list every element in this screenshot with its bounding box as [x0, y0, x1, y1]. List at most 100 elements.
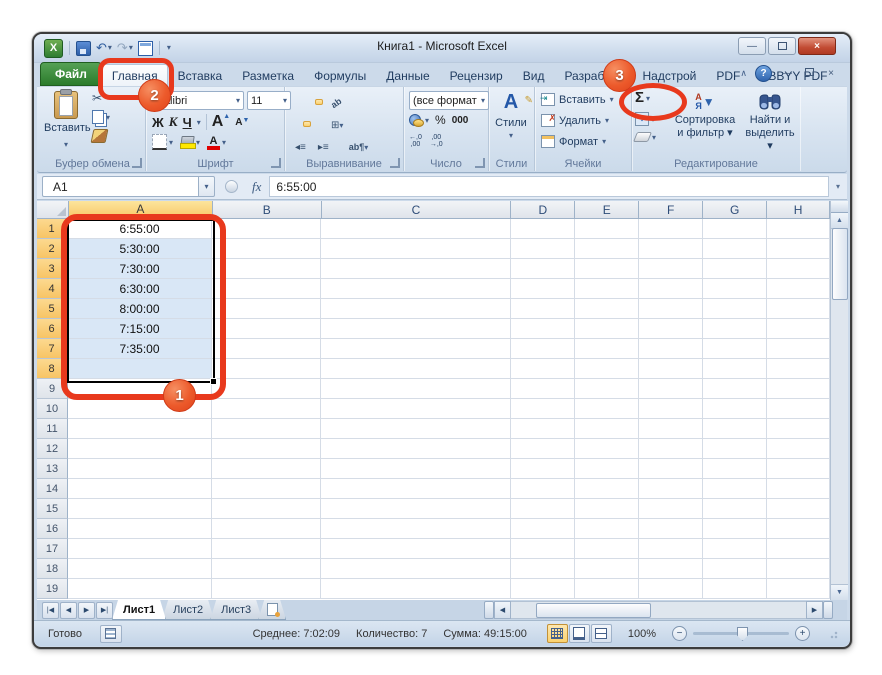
row-header-19[interactable]: 19 — [37, 579, 68, 599]
cell-B5[interactable] — [212, 299, 321, 319]
cell-B9[interactable] — [212, 379, 321, 399]
close-button[interactable]: × — [798, 37, 836, 55]
column-header-G[interactable]: G — [703, 201, 767, 219]
cell-G7[interactable] — [703, 339, 767, 359]
cell-E17[interactable] — [575, 539, 639, 559]
delete-cells-button[interactable]: Удалить▾ — [541, 114, 609, 127]
cell-F18[interactable] — [639, 559, 703, 579]
sheet-tab-1[interactable]: Лист1 — [112, 600, 166, 620]
cell-B11[interactable] — [212, 419, 321, 439]
fill-color-button[interactable]: ▾ — [180, 136, 200, 149]
cell-G15[interactable] — [703, 499, 767, 519]
insert-sheet-button[interactable] — [258, 600, 286, 620]
accounting-format-button[interactable]: ▾ — [409, 114, 429, 127]
cell-E18[interactable] — [575, 559, 639, 579]
cell-H9[interactable] — [767, 379, 830, 399]
cell-H7[interactable] — [767, 339, 830, 359]
cell-A16[interactable] — [68, 519, 212, 539]
cell-F3[interactable] — [639, 259, 703, 279]
cell-C7[interactable] — [321, 339, 511, 359]
cell-G10[interactable] — [703, 399, 767, 419]
orientation-button[interactable]: ab — [327, 90, 346, 114]
grow-font-button[interactable]: А▲ — [212, 113, 231, 131]
collapse-ribbon-button[interactable]: ∧ — [740, 68, 747, 79]
cell-F10[interactable] — [639, 399, 703, 419]
decrease-decimal-button[interactable]: ,00 →,0 — [430, 134, 443, 148]
cell-B13[interactable] — [212, 459, 321, 479]
cell-D4[interactable] — [511, 279, 575, 299]
cell-H8[interactable] — [767, 359, 830, 379]
cell-C6[interactable] — [321, 319, 511, 339]
paste-button[interactable]: Вставить ▾ — [44, 91, 88, 155]
vertical-scrollbar[interactable]: ▲ ▼ — [830, 201, 848, 600]
workbook-minimize-button[interactable]: — — [780, 68, 794, 79]
cell-H4[interactable] — [767, 279, 830, 299]
borders-button[interactable]: ▾ — [152, 134, 173, 150]
cell-A18[interactable] — [68, 559, 212, 579]
cell-B7[interactable] — [212, 339, 321, 359]
cell-D13[interactable] — [511, 459, 575, 479]
cell-G1[interactable] — [703, 219, 767, 239]
cell-C16[interactable] — [321, 519, 511, 539]
cell-E6[interactable] — [575, 319, 639, 339]
font-color-button[interactable]: А▾ — [207, 136, 226, 149]
cell-H10[interactable] — [767, 399, 830, 419]
cell-F11[interactable] — [639, 419, 703, 439]
cell-F12[interactable] — [639, 439, 703, 459]
cell-F5[interactable] — [639, 299, 703, 319]
cell-G8[interactable] — [703, 359, 767, 379]
cell-H15[interactable] — [767, 499, 830, 519]
cell-D2[interactable] — [511, 239, 575, 259]
name-box[interactable]: A1 — [42, 176, 199, 197]
row-header-14[interactable]: 14 — [37, 479, 68, 499]
cell-F6[interactable] — [639, 319, 703, 339]
align-center-button[interactable] — [303, 121, 311, 127]
cell-E2[interactable] — [575, 239, 639, 259]
cell-C8[interactable] — [321, 359, 511, 379]
formula-input[interactable]: 6:55:00 — [269, 176, 829, 197]
format-painter-button[interactable] — [92, 129, 110, 143]
cell-D14[interactable] — [511, 479, 575, 499]
cell-C1[interactable] — [321, 219, 511, 239]
cell-E5[interactable] — [575, 299, 639, 319]
dialog-launcher-icon[interactable] — [390, 158, 400, 168]
cell-A13[interactable] — [68, 459, 212, 479]
zoom-level[interactable]: 100% — [628, 628, 656, 640]
row-header-16[interactable]: 16 — [37, 519, 68, 539]
cell-D19[interactable] — [511, 579, 575, 599]
column-header-H[interactable]: H — [767, 201, 830, 219]
restore-button[interactable] — [768, 37, 796, 55]
percent-button[interactable]: % — [435, 113, 446, 127]
cell-G17[interactable] — [703, 539, 767, 559]
cell-A12[interactable] — [68, 439, 212, 459]
normal-view-button[interactable] — [547, 624, 568, 643]
cell-F14[interactable] — [639, 479, 703, 499]
cell-H12[interactable] — [767, 439, 830, 459]
cell-G3[interactable] — [703, 259, 767, 279]
align-right-button[interactable] — [315, 121, 323, 127]
first-sheet-button[interactable]: |◀ — [42, 602, 59, 619]
cell-E4[interactable] — [575, 279, 639, 299]
cell-B8[interactable] — [212, 359, 321, 379]
horizontal-scrollbar[interactable] — [511, 601, 806, 619]
bold-button[interactable]: Ж — [152, 115, 164, 130]
cell-B17[interactable] — [212, 539, 321, 559]
underline-button[interactable]: Ч — [183, 115, 192, 130]
horizontal-split-handle-right[interactable] — [823, 601, 833, 619]
cell-F1[interactable] — [639, 219, 703, 239]
column-header-C[interactable]: C — [322, 201, 512, 219]
cell-A17[interactable] — [68, 539, 212, 559]
column-header-E[interactable]: E — [575, 201, 639, 219]
workbook-restore-button[interactable] — [802, 68, 816, 79]
cell-H6[interactable] — [767, 319, 830, 339]
cell-A11[interactable] — [68, 419, 212, 439]
tab-formulas[interactable]: Формулы — [304, 64, 376, 86]
insert-function-button[interactable]: fx — [252, 179, 261, 195]
cell-G2[interactable] — [703, 239, 767, 259]
shrink-font-button[interactable]: А▼ — [235, 117, 249, 128]
cell-E9[interactable] — [575, 379, 639, 399]
cell-D6[interactable] — [511, 319, 575, 339]
zoom-slider-thumb[interactable] — [737, 627, 748, 641]
scroll-down-button[interactable]: ▼ — [831, 584, 848, 600]
thousands-button[interactable]: 000 — [452, 115, 469, 126]
